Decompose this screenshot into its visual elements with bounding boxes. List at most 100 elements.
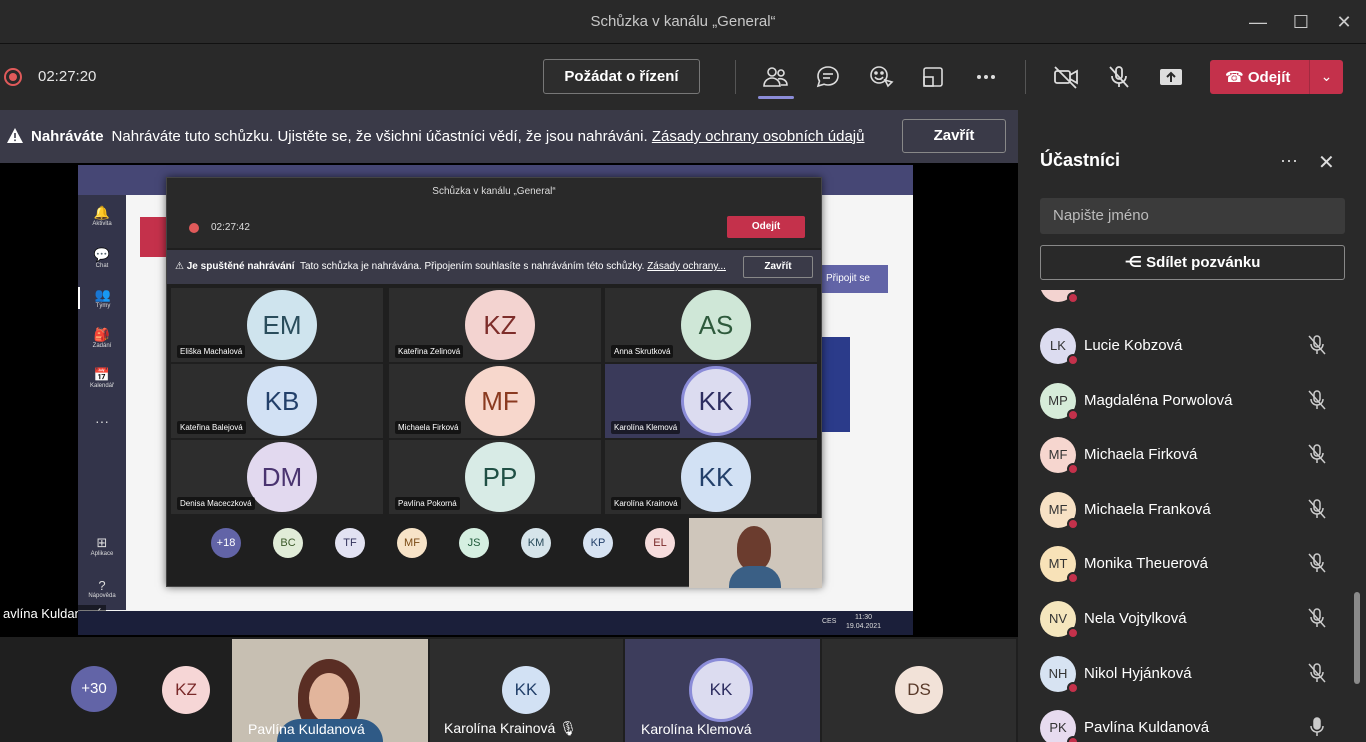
mic-muted-icon[interactable] — [1306, 552, 1328, 574]
leave-button[interactable]: ☎ Odejít ⌄ — [1210, 60, 1343, 94]
shared-tile-avatar: DM — [247, 442, 317, 512]
participants-icon[interactable] — [761, 62, 791, 92]
rail-activity: 🔔 Aktivita — [78, 205, 126, 227]
participant-list-item[interactable]: MF Michaela Firková — [1018, 437, 1353, 491]
shared-tile-name: Anna Skrutková — [611, 345, 674, 358]
shared-small-avatar: KM — [521, 528, 551, 558]
maximize-icon[interactable]: ☐ — [1289, 10, 1313, 34]
status-dot — [1067, 408, 1079, 421]
participants-active-indicator — [758, 96, 794, 99]
participant-name: Michaela Franková — [1084, 500, 1211, 518]
gallery-overflow-count[interactable]: +30 — [71, 666, 117, 712]
shared-small-avatar: JS — [459, 528, 489, 558]
shared-video-tile: EM Eliška Machalová — [171, 288, 383, 362]
reactions-icon[interactable] — [866, 62, 896, 92]
rail-teams: 👥 Týmy — [78, 287, 126, 309]
leave-dropdown-chevron-icon[interactable]: ⌄ — [1309, 60, 1343, 94]
bag-icon: 🎒 — [93, 327, 111, 342]
windows-taskbar: 11:30 19.04.2021 CES — [78, 611, 913, 635]
shared-self-person — [737, 526, 771, 570]
panel-close-icon[interactable]: ✕ — [1318, 150, 1335, 175]
panel-more-icon[interactable]: ··· — [1280, 150, 1298, 171]
participant-name: Michaela Firková — [1084, 446, 1198, 464]
shared-tile-name: Michaela Firková — [395, 421, 462, 434]
participant-avatar: LK — [1040, 328, 1079, 366]
shared-join-button: Připojit se — [822, 265, 888, 293]
share-icon: ⋲ — [1124, 254, 1147, 271]
participant-list-item[interactable]: PK Pavlína Kuldanová — [1018, 710, 1353, 742]
participant-avatar: MF — [1040, 491, 1079, 530]
more-actions-icon[interactable] — [971, 62, 1001, 92]
rail-calendar: 📅 Kalendář — [78, 367, 126, 389]
camera-off-icon[interactable] — [1051, 62, 1081, 92]
warning-icon — [7, 128, 23, 143]
shared-tile-avatar: PP — [465, 442, 535, 512]
close-window-icon[interactable]: ✕ — [1332, 10, 1356, 34]
chat-icon: 💬 — [93, 247, 111, 262]
participant-list-item[interactable]: NH Nikol Hyjánková — [1018, 655, 1353, 710]
participant-name: Magdaléna Porwolová — [1084, 391, 1233, 409]
status-dot — [1067, 517, 1079, 530]
request-control-button[interactable]: Požádat o řízení — [543, 59, 700, 94]
share-screen-icon[interactable] — [1156, 62, 1186, 92]
participant-list-item[interactable]: MF Michaela Franková — [1018, 491, 1353, 546]
shared-tile-avatar: EM — [247, 290, 317, 360]
participant-list-item[interactable]: MT Monika Theuerová — [1018, 546, 1353, 600]
phone-hangup-icon: ☎ — [1225, 69, 1248, 86]
shared-leave-button: Odejít — [727, 216, 805, 238]
gallery-avatar-kz: KZ — [162, 666, 210, 714]
gallery-name-krainova: Karolína Krainová 🎙 — [444, 720, 577, 736]
rail-chat: 💬 Chat — [78, 247, 126, 269]
participant-list-item[interactable]: NV Nela Vojtylková — [1018, 601, 1353, 655]
participant-name: Lucie Kobzová — [1084, 337, 1183, 354]
mic-muted-icon[interactable] — [1306, 443, 1328, 465]
participant-name: Nikol Hyjánková — [1084, 664, 1192, 682]
shared-banner-text: ⚠ Je spuštěné nahrávání Tato schůzka je … — [175, 261, 726, 272]
shared-meeting-toolbar: 02:27:42 Odejít — [167, 206, 821, 248]
shared-tile-name: Eliška Machalová — [177, 345, 246, 358]
banner-close-button[interactable]: Zavřít — [902, 119, 1006, 153]
participant-list-item[interactable]: MP Magdaléna Porwolová — [1018, 382, 1353, 437]
muted-mic-icon: 🎙 — [559, 720, 577, 736]
participant-list-item[interactable]: LK Lucie Kobzová — [1018, 328, 1353, 382]
rooms-icon[interactable] — [918, 62, 948, 92]
mic-muted-icon[interactable] — [1306, 498, 1328, 520]
participant-name: Pavlína Kuldanová — [1084, 719, 1210, 737]
taskbar-language: CES — [822, 618, 837, 625]
gallery-avatar-kk-2: KK — [689, 658, 753, 722]
shared-teams-window: 🔔 Aktivita 💬 Chat 👥 Týmy 🎒 Zadání 📅 Kalendář … — [78, 165, 913, 635]
participants-panel: Účastníci ··· ✕ Napište jméno ⋲ Sdílet p… — [1018, 110, 1366, 742]
shared-timer: 02:27:42 — [211, 222, 250, 233]
shared-recording-icon — [189, 223, 199, 233]
shared-self-shoulders — [729, 566, 781, 588]
privacy-link[interactable]: Zásady ochrany osobních údajů — [652, 128, 865, 145]
share-invite-button[interactable]: ⋲ Sdílet pozvánku — [1040, 245, 1345, 280]
rail-more-icon: ··· — [95, 413, 109, 429]
shared-tile-name: Pavlína Pokorná — [395, 497, 460, 510]
mic-muted-icon[interactable] — [1306, 389, 1328, 411]
taskbar-clock: 11:30 19.04.2021 — [846, 614, 882, 630]
status-dot — [1067, 463, 1079, 476]
mic-muted-icon[interactable] — [1306, 662, 1328, 684]
mic-off-icon[interactable] — [1104, 62, 1134, 92]
shared-tile-avatar: KK — [681, 366, 751, 436]
participant-list-scrollbar[interactable] — [1354, 592, 1360, 684]
shared-tile-avatar: KB — [247, 366, 317, 436]
chat-icon[interactable] — [813, 62, 843, 92]
shared-tile-name: Kateřina Balejová — [177, 421, 246, 434]
shared-tile-name: Denisa Maceczková — [177, 497, 255, 510]
participant-avatar: MT — [1040, 546, 1079, 585]
shared-small-avatar: KP — [583, 528, 613, 558]
mic-icon[interactable] — [1306, 716, 1328, 738]
shared-self-video — [689, 518, 822, 588]
calendar-icon: 📅 — [93, 367, 111, 382]
shared-tile-name: Kateřina Zelinová — [395, 345, 464, 358]
minimize-icon[interactable]: — — [1246, 10, 1270, 34]
status-dot — [1067, 681, 1079, 694]
mic-muted-icon[interactable] — [1306, 607, 1328, 629]
shared-tile-name: Karolína Krainová — [611, 497, 681, 510]
mic-muted-icon[interactable] — [1306, 334, 1328, 356]
participant-gallery: +30 KZ Pavlína Kuldanová KK Karolína Kra… — [0, 637, 1018, 742]
participant-search-input[interactable]: Napište jméno — [1040, 198, 1345, 234]
gallery-tile-krainova: KK Karolína Krainová 🎙 — [430, 639, 623, 742]
